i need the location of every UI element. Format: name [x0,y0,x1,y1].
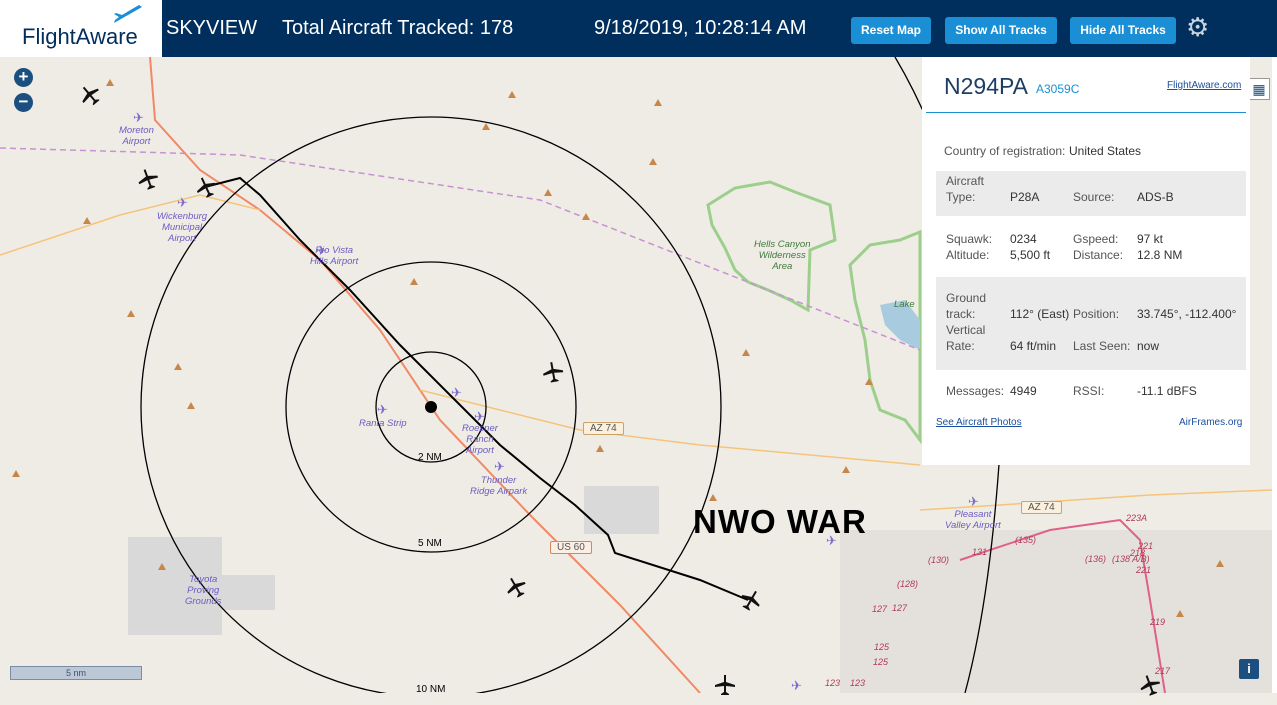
logo-plane-icon [114,5,142,23]
right-edge [1272,57,1277,693]
squawk-label: Squawk: [946,232,993,246]
highway-number: 125 [873,657,889,667]
highway-number: 219 [1150,617,1166,627]
app-name: SKYVIEW [166,17,258,39]
messages-value: 4949 [1010,384,1037,398]
highway-number: 221 [1136,565,1152,575]
country-label: Country of registration: [944,144,1066,158]
rssi-value: -11.1 dBFS [1137,384,1197,398]
see-aircraft-photos-link[interactable]: See Aircraft Photos [936,417,1022,428]
road-label-az74: AZ 74 [583,422,624,435]
gray-area [584,486,659,534]
flightaware-link[interactable]: FlightAware.com [1167,80,1241,91]
svg-text:✈: ✈ [968,494,979,509]
svg-text:✈: ✈ [474,409,485,424]
place-label: Moreton Airport [119,125,154,147]
distance-label: Distance: [1073,248,1124,262]
aircraft-plane-icon[interactable] [539,358,567,386]
last-seen-value: now [1137,339,1160,353]
current-datetime: 9/18/2019, 10:28:14 AM [594,17,807,39]
aircraft-hex-code[interactable]: A3059C [1036,82,1079,96]
aircraft-type-value: P28A [1010,190,1040,204]
rssi-label: RSSI: [1073,384,1105,398]
highway-number: 123 [850,678,866,688]
source-label: Source: [1073,190,1115,204]
row-country: Country of registration: United States [936,141,1246,161]
ground-track-value: 112° (East) [1010,307,1070,321]
place-label: Lake [894,299,915,310]
svg-text:✈: ✈ [133,110,144,125]
highway-number: (136) [1085,554,1107,564]
place-label: Pleasant Valley Airport [945,509,1001,531]
place-label: Ranta Strip [359,418,407,429]
highway-number: 223A [1126,513,1148,523]
gspeed-label: Gspeed: [1073,232,1119,246]
show-all-tracks-button[interactable]: Show All Tracks [945,17,1057,44]
place-label: Thunder Ridge Airpark [470,475,528,497]
header-bar: FlightAware SKYVIEW Total Aircraft Track… [0,0,1277,57]
altitude-value: 5,500 ft [1010,248,1051,262]
highway-number: 218 [1130,548,1146,558]
aircraft-info-panel: N294PA A3059C FlightAware.com Country of… [922,57,1250,465]
grid-icon[interactable]: ▦ [1248,78,1270,100]
highway-number: (135) [1015,535,1037,545]
place-label: Rio Vista Hills Airport [310,245,359,267]
ground-track-label: Ground track: [946,291,987,321]
position-label: Position: [1073,307,1120,321]
highway-number: 131 [972,547,988,557]
place-label: Hells Canyon Wilderness Area [754,239,811,272]
panel-divider [926,112,1246,113]
place-label: Roesner Ranch Airport [462,423,498,456]
gspeed-value: 97 kt [1137,232,1164,246]
svg-text:✈: ✈ [451,385,462,400]
zoom-in-button[interactable]: + [14,68,33,87]
flightaware-logo[interactable]: FlightAware [0,0,162,57]
ring-label-5nm: 5 NM [418,538,442,549]
last-seen-label: Last Seen: [1073,339,1131,353]
row-messages: Messages: 4949 RSSI: -11.1 dBFS [936,382,1246,402]
row-aircraft-type: Aircraft Type: P28A Source: ADS-B [936,171,1246,216]
road-label-az74-east: AZ 74 [1021,501,1062,514]
highway-number: (128) [897,579,919,589]
row-squawk: Squawk: 0234 Gspeed: 97 kt Altitude: 5,5… [936,230,1246,266]
logo-text: FlightAware [22,24,138,49]
map-scale-bar: 5 nm [10,666,142,680]
distance-value: 12.8 NM [1137,248,1183,262]
airframes-link[interactable]: AirFrames.org [1179,417,1242,428]
reset-map-button[interactable]: Reset Map [851,17,931,44]
highway-number: (130) [928,555,950,565]
total-aircraft-tracked: Total Aircraft Tracked: 178 [282,17,514,39]
squawk-value: 0234 [1010,232,1037,246]
zoom-out-button[interactable]: − [14,93,33,112]
aircraft-type-label: Aircraft Type: [946,174,985,204]
aircraft-plane-icon[interactable] [713,673,737,697]
highway-number: 127 [892,603,908,613]
receiver-location [425,401,437,413]
country-value: United States [1069,144,1142,158]
gear-icon[interactable]: ⚙ [1186,14,1209,40]
highway-number: 127 [872,604,888,614]
svg-text:✈: ✈ [177,195,188,210]
svg-text:✈: ✈ [791,678,802,693]
vertical-rate-value: 64 ft/min [1010,339,1057,353]
ring-label-2nm: 2 NM [418,452,442,463]
road-label-us60: US 60 [550,541,592,554]
row-ground-track: Ground track: 112° (East) Position: 33.7… [936,277,1246,370]
ring-label-10nm: 10 NM [416,684,446,695]
place-label: Toyota Proving Grounds [185,574,222,607]
source-value: ADS-B [1137,190,1174,204]
vertical-rate-label: Vertical Rate: [946,323,986,353]
position-value: 33.745°, -112.400° [1137,307,1237,321]
aircraft-registration: N294PA [944,73,1028,99]
overlay-text: NWO WAR [693,503,867,540]
hide-all-tracks-button[interactable]: Hide All Tracks [1070,17,1176,44]
messages-label: Messages: [946,384,1005,398]
place-label: Wickenburg Municipal Airport [157,211,208,244]
svg-text:✈: ✈ [377,402,388,417]
svg-text:✈: ✈ [494,459,505,474]
altitude-label: Altitude: [946,248,990,262]
highway-number: 125 [874,642,890,652]
info-icon[interactable]: i [1239,659,1259,679]
highway-number: 123 [825,678,841,688]
